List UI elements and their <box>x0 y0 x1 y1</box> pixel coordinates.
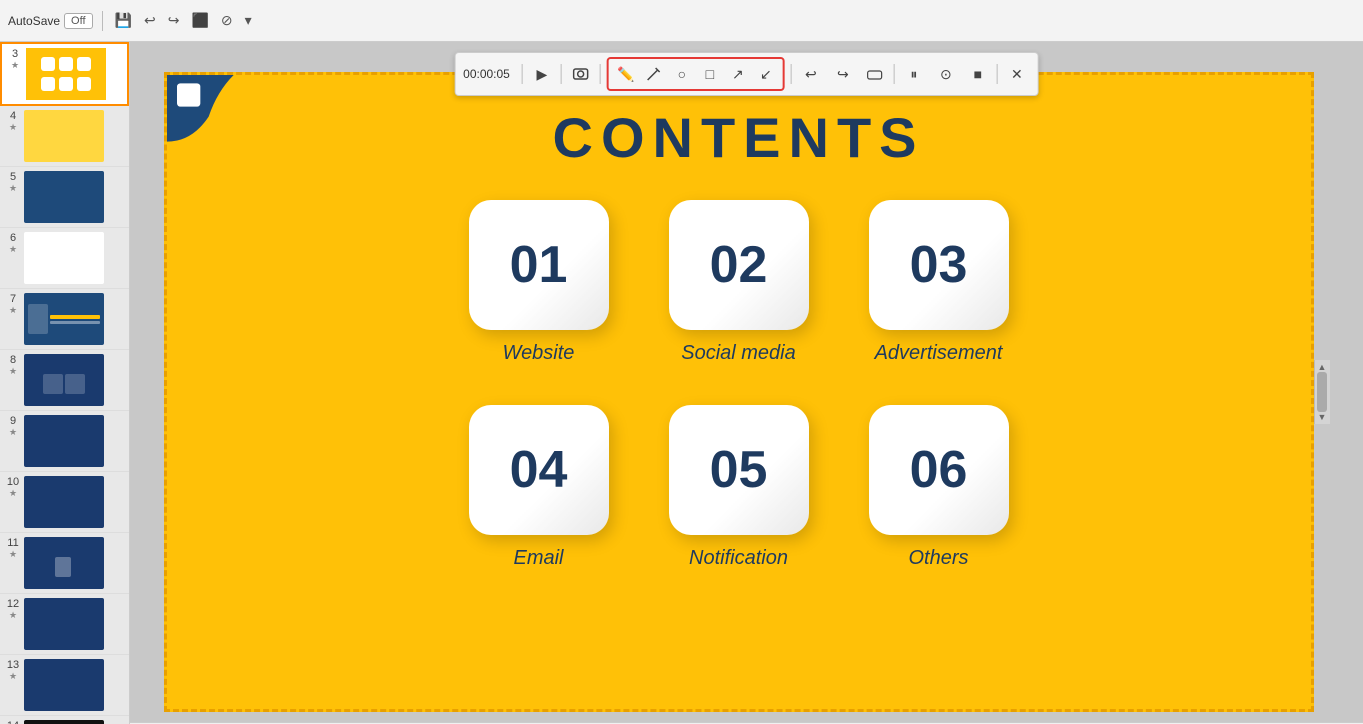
save-icon[interactable]: 💾 <box>112 9 135 32</box>
number-box-1: 01 <box>469 200 609 330</box>
scroll-thumb[interactable] <box>1317 372 1327 412</box>
sidebar: 3 ★ 4 ★ 5 <box>0 42 130 724</box>
autosave-toggle[interactable]: AutoSave Off <box>8 13 93 29</box>
slide-container: CONTENTS 01 Website 02 Social media 03 A… <box>130 42 1363 722</box>
slide-thumbnail-8[interactable]: 8 ★ <box>0 350 129 411</box>
undo-tool-button[interactable]: ↩ <box>798 61 824 87</box>
autosave-label: AutoSave <box>8 14 60 28</box>
drawing-tools: ✏️ ○ □ ↗ ↙ <box>607 57 785 91</box>
slide-num-star-3: 3 ★ <box>8 48 22 71</box>
slide-preview-3 <box>26 48 106 100</box>
grid-label-6: Others <box>908 547 968 570</box>
top-bar: AutoSave Off 💾 ↩ ↪ ⬛ ⊘ ▾ <box>0 0 1363 42</box>
grid-item-6: 06 Others <box>869 405 1009 570</box>
number-box-5: 05 <box>669 405 809 535</box>
slide-thumbnail-14[interactable]: 14 ★ <box>0 716 129 724</box>
undo-icon[interactable]: ↩ <box>141 9 159 32</box>
number-box-3: 03 <box>869 200 1009 330</box>
annotation-bar: 00:00:05 ▶ ✏️ ○ □ ↗ ↙ ↩ <box>454 52 1039 96</box>
grid-label-4: Email <box>513 547 563 570</box>
redo-icon[interactable]: ↪ <box>165 9 183 32</box>
scroll-down-arrow[interactable]: ▼ <box>1318 412 1327 422</box>
scroll-up-arrow[interactable]: ▲ <box>1318 362 1327 372</box>
brush-tool-button[interactable] <box>641 61 667 87</box>
slide-thumbnail-9[interactable]: 9 ★ <box>0 411 129 472</box>
right-scrollbar[interactable]: ▲ ▼ <box>1314 360 1330 424</box>
grid-item-4: 04 Email <box>469 405 609 570</box>
grid-item-2: 02 Social media <box>669 200 809 365</box>
number-box-4: 04 <box>469 405 609 535</box>
arrow-tool-button[interactable]: ↗ <box>725 61 751 87</box>
camera-button[interactable] <box>568 61 594 87</box>
redo-tool-button[interactable]: ↪ <box>830 61 856 87</box>
slide-thumbnail-4[interactable]: 4 ★ <box>0 106 129 167</box>
grid-label-2: Social media <box>681 342 796 365</box>
grid-item-3: 03 Advertisement <box>869 200 1009 365</box>
ann-sep-4 <box>791 64 792 84</box>
present-icon[interactable]: ⬛ <box>188 9 211 32</box>
grid-label-1: Website <box>503 342 575 365</box>
timer-display: 00:00:05 <box>463 67 516 81</box>
line-tool-button[interactable]: ↙ <box>753 61 779 87</box>
slide-thumbnail-11[interactable]: 11 ★ <box>0 533 129 594</box>
slide-thumbnail-6[interactable]: 6 ★ <box>0 228 129 289</box>
pause-button[interactable]: ⏸ <box>901 61 927 87</box>
content-area: 00:00:05 ▶ ✏️ ○ □ ↗ ↙ ↩ <box>130 42 1363 724</box>
slide-thumbnail-3[interactable]: 3 ★ <box>0 42 129 106</box>
dot-button[interactable]: ⊙ <box>933 61 959 87</box>
stop-button[interactable]: ■ <box>965 61 991 87</box>
close-toolbar-button[interactable]: ✕ <box>1004 61 1030 87</box>
slide-thumbnail-12[interactable]: 12 ★ <box>0 594 129 655</box>
ann-sep-6 <box>997 64 998 84</box>
prohibit-icon[interactable]: ⊘ <box>218 9 236 32</box>
ann-sep-5 <box>894 64 895 84</box>
eraser-button[interactable] <box>862 61 888 87</box>
number-box-2: 02 <box>669 200 809 330</box>
ann-sep-3 <box>600 64 601 84</box>
slide-thumbnail-10[interactable]: 10 ★ <box>0 472 129 533</box>
more-icon[interactable]: ▾ <box>242 9 255 32</box>
grid-label-5: Notification <box>689 547 788 570</box>
play-button[interactable]: ▶ <box>529 61 555 87</box>
ann-sep-2 <box>561 64 562 84</box>
grid-label-3: Advertisement <box>875 342 1003 365</box>
separator-1 <box>102 11 103 31</box>
slide-3: CONTENTS 01 Website 02 Social media 03 A… <box>164 72 1314 712</box>
slide-thumbnail-13[interactable]: 13 ★ <box>0 655 129 716</box>
grid-item-5: 05 Notification <box>669 405 809 570</box>
content-grid: 01 Website 02 Social media 03 Advertisem… <box>409 200 1069 570</box>
grid-item-1: 01 Website <box>469 200 609 365</box>
slide-title: CONTENTS <box>553 105 925 170</box>
number-box-6: 06 <box>869 405 1009 535</box>
slide-decoration <box>167 75 267 175</box>
pen-tool-button[interactable]: ✏️ <box>613 61 639 87</box>
rect-tool-button[interactable]: □ <box>697 61 723 87</box>
toggle-switch[interactable]: Off <box>64 13 92 29</box>
slide-thumbnail-5[interactable]: 5 ★ <box>0 167 129 228</box>
circle-tool-button[interactable]: ○ <box>669 61 695 87</box>
ann-sep-1 <box>522 64 523 84</box>
main-layout: 3 ★ 4 ★ 5 <box>0 42 1363 724</box>
slide-thumbnail-7[interactable]: 7 ★ <box>0 289 129 350</box>
